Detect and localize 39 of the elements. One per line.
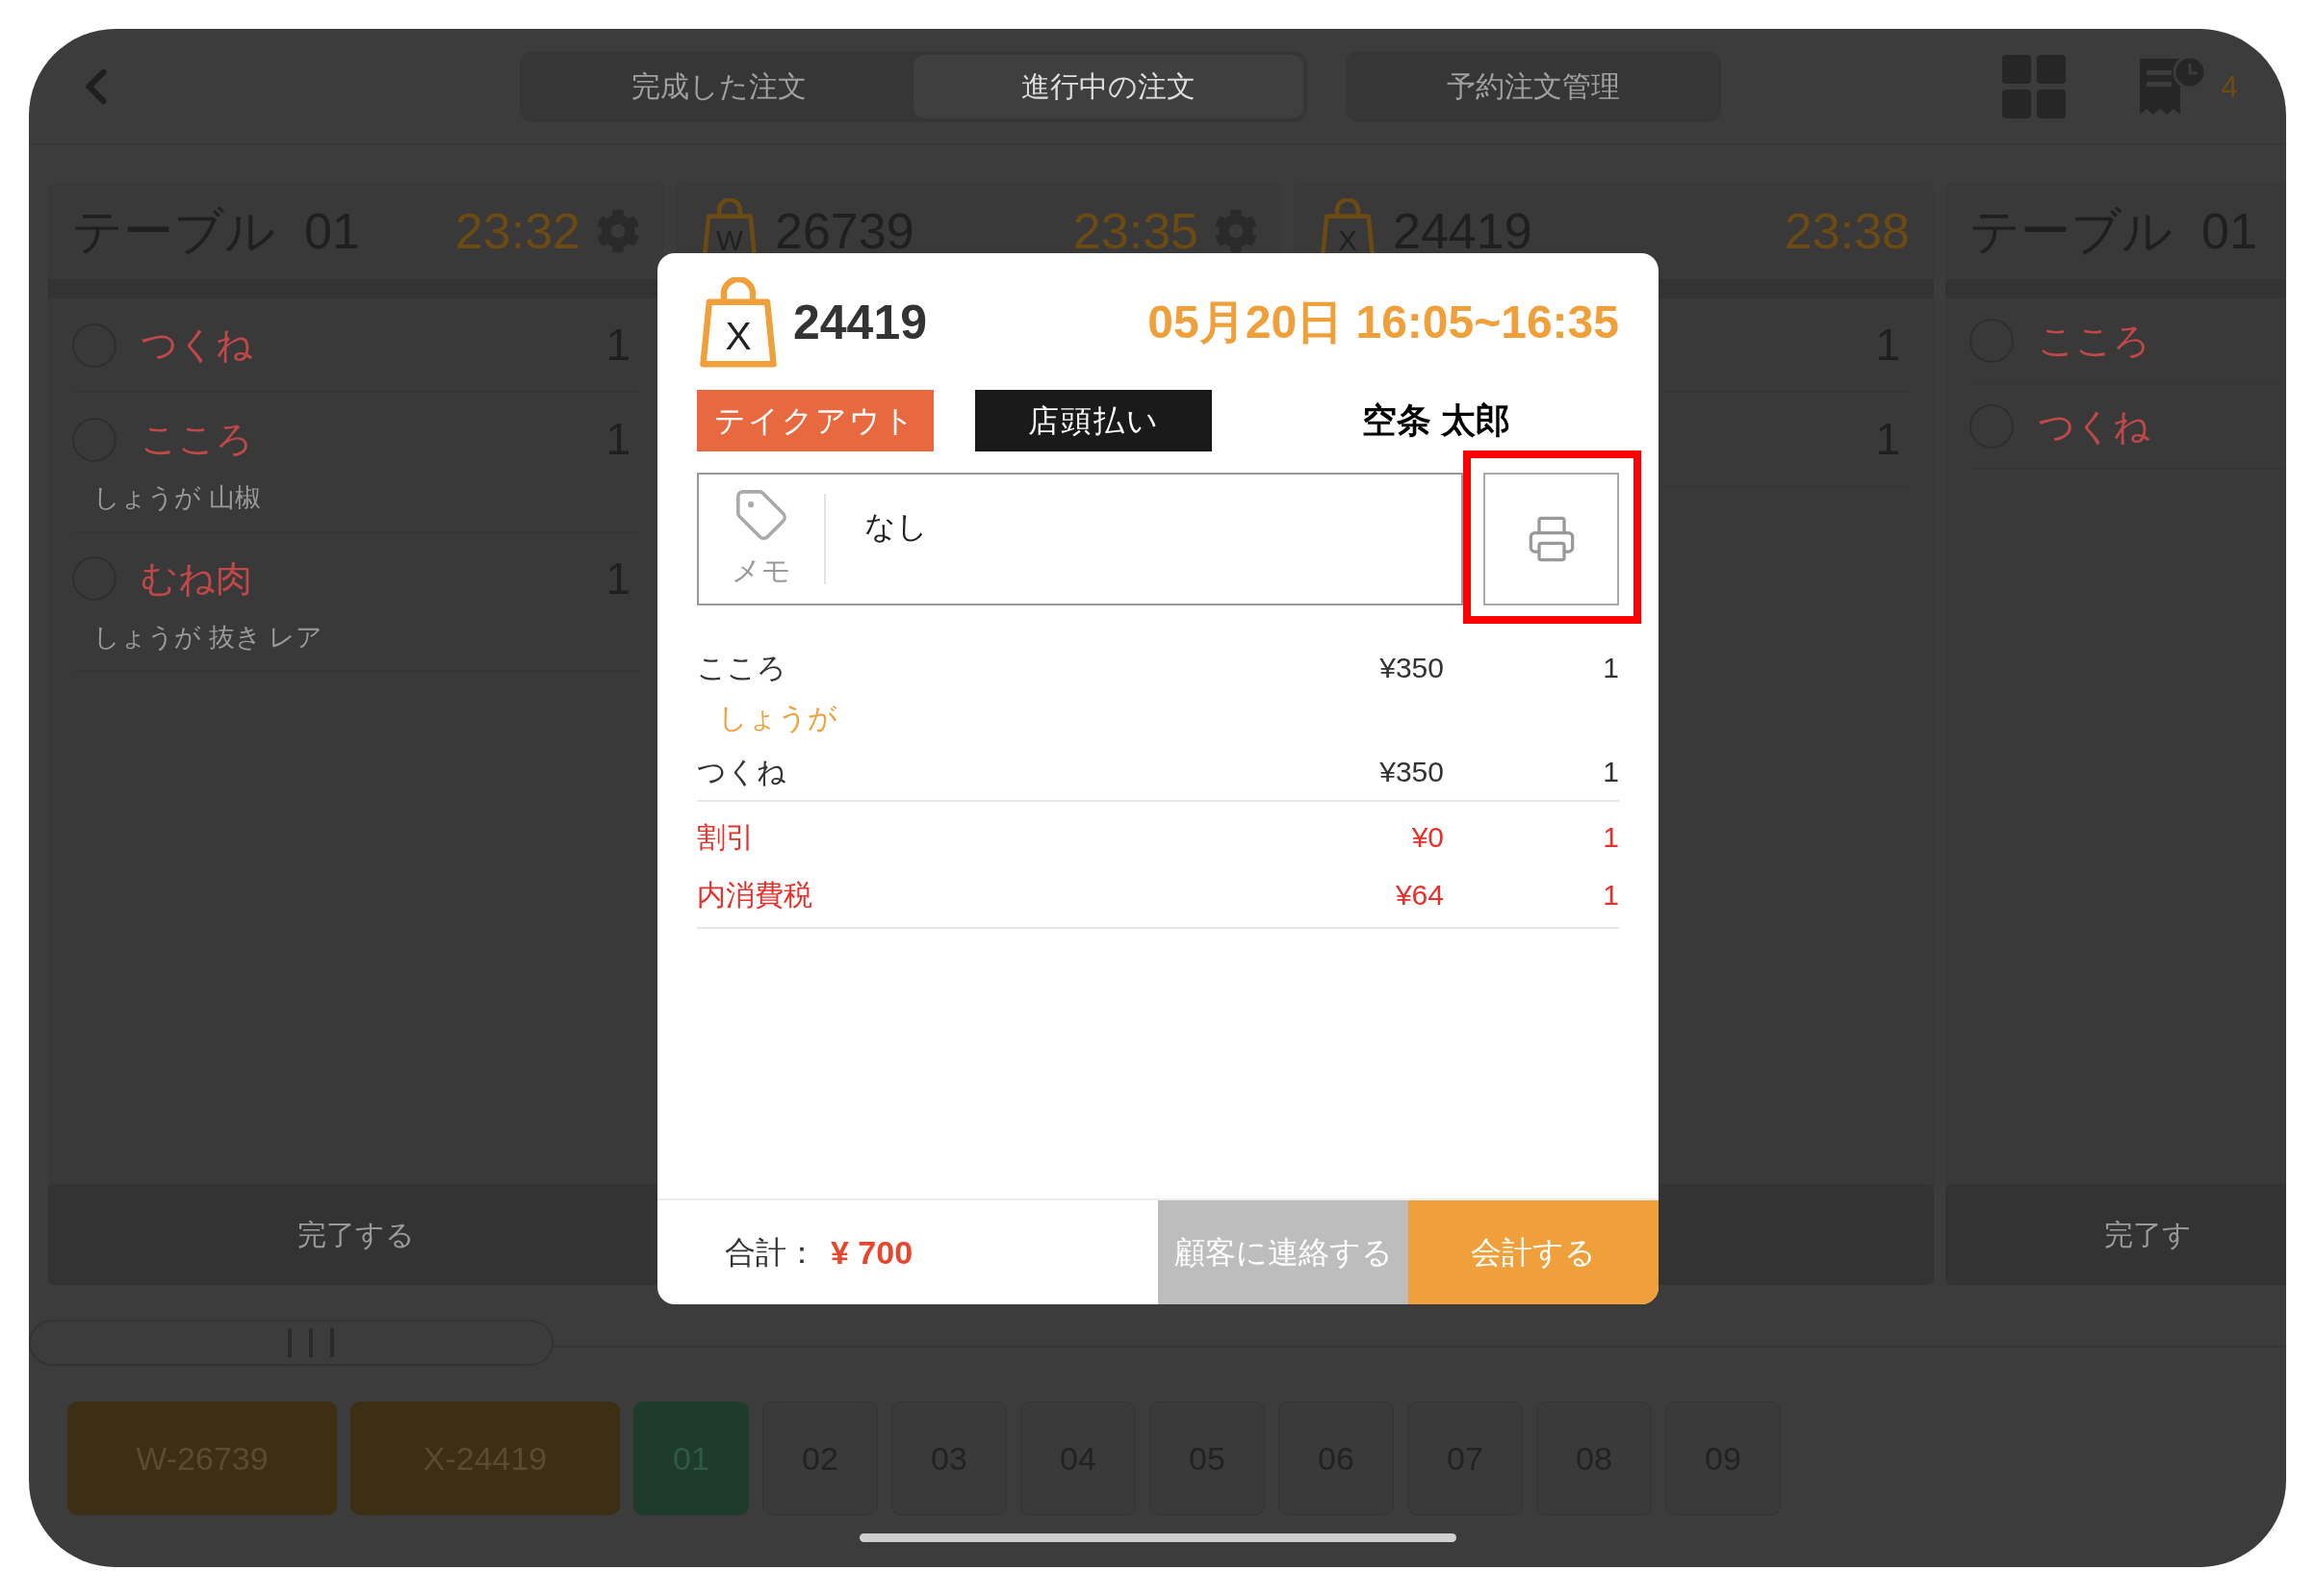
line-quantity: 1: [1602, 650, 1619, 685]
line-name: 割引: [697, 819, 756, 855]
line-price: ¥0: [1411, 819, 1444, 855]
pickup-time: 05月20日 16:05~16:35: [1147, 296, 1619, 349]
contact-customer-button[interactable]: 顧客に連絡する: [1158, 1200, 1408, 1304]
item-note: しょうが 山椒: [92, 482, 262, 514]
line-name: つくね: [697, 754, 787, 789]
item-name: こころ: [141, 418, 253, 461]
checkout-button[interactable]: 会計する: [1408, 1200, 1659, 1304]
item-name: こころ: [2038, 319, 2150, 363]
line-note: しょうが: [717, 701, 838, 735]
print-button[interactable]: [1483, 473, 1619, 605]
payment-badge: 店頭払い: [975, 390, 1212, 451]
customer-name: 空条 太郎: [1362, 399, 1510, 442]
order-tab[interactable]: 完成した注文: [524, 54, 913, 118]
line-price: ¥350: [1379, 754, 1444, 789]
takeout-badge: テイクアウト: [697, 390, 934, 451]
order-tab[interactable]: 予約注文管理: [1346, 50, 1721, 122]
memo-field[interactable]: メモ なし: [697, 473, 1463, 605]
line-price: ¥350: [1379, 650, 1444, 685]
item-name: つくね: [2038, 404, 2150, 449]
horizontal-scrollbar[interactable]: [29, 1320, 553, 1366]
line-quantity: 1: [1602, 754, 1619, 789]
line-name: こころ: [697, 650, 787, 685]
total-label: 合計：: [725, 1234, 817, 1272]
settings-icon[interactable]: [1214, 209, 1258, 253]
line-price: ¥64: [1395, 877, 1444, 913]
memo-text: なし: [863, 508, 928, 546]
line-quantity: 1: [1602, 819, 1619, 855]
total-amount: ¥ 700: [831, 1232, 913, 1273]
item-name: むね肉: [141, 556, 252, 601]
line-quantity: 1: [1602, 877, 1619, 913]
item-note: しょうが 抜き レア: [92, 621, 323, 654]
order-tab[interactable]: 進行中の注文: [913, 54, 1303, 118]
complete-button[interactable]: 完了す: [1945, 1184, 2286, 1285]
memo-label: メモ: [732, 553, 791, 588]
order-number: 24419: [793, 294, 928, 351]
line-name: 内消費税: [697, 877, 813, 913]
item-name: つくね: [141, 323, 253, 367]
